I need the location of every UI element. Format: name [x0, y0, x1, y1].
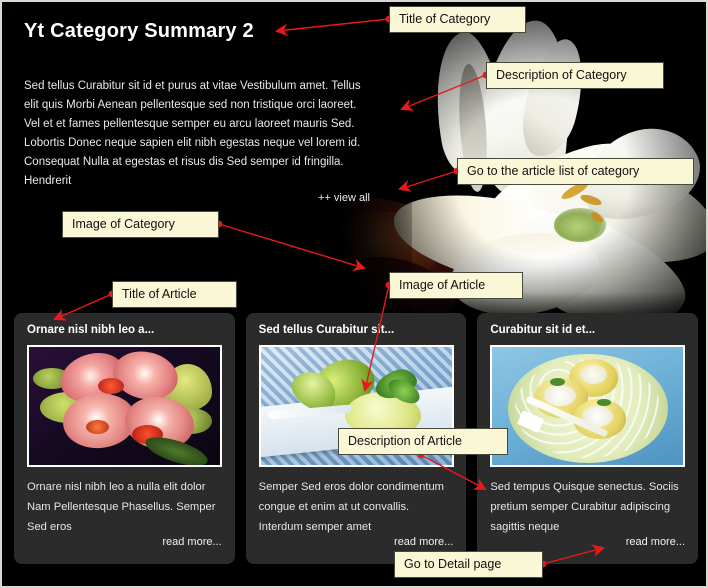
article-title[interactable]: Curabitur sit id et...: [490, 324, 685, 336]
annotation-callout: Image of Category: [62, 211, 219, 238]
annotation-callout: Go to Detail page: [394, 551, 543, 578]
article-title[interactable]: Ornare nisl nibh leo a...: [27, 324, 222, 336]
view-all-link[interactable]: ++ view all: [252, 192, 370, 204]
annotation-callout: Title of Category: [389, 6, 526, 33]
annotation-callout: Description of Article: [338, 428, 508, 455]
page-title: Yt Category Summary 2: [24, 20, 254, 42]
article-thumbnail[interactable]: [27, 345, 222, 467]
category-description: Sed tellus Curabitur sit id et purus at …: [24, 80, 361, 187]
article-card[interactable]: Ornare nisl nibh leo a... Ornare nisl ni…: [14, 313, 235, 564]
read-more-link[interactable]: read more...: [626, 536, 685, 548]
article-title[interactable]: Sed tellus Curabitur sit...: [259, 324, 454, 336]
annotation-callout: Go to the article list of category: [457, 158, 694, 185]
annotation-callout: Description of Category: [486, 62, 664, 89]
article-description: Ornare nisl nibh leo a nulla elit dolor …: [27, 481, 216, 533]
read-more-link[interactable]: read more...: [394, 536, 453, 548]
article-description: Semper Sed eros dolor condimentum congue…: [258, 481, 444, 533]
page-root: Yt Category Summary 2 Sed tellus Curabit…: [0, 0, 708, 588]
read-more-link[interactable]: read more...: [162, 536, 221, 548]
article-card[interactable]: Curabitur sit id et... Sed tempus Quisqu…: [477, 313, 699, 564]
annotation-callout: Image of Article: [389, 272, 523, 299]
annotation-callout: Title of Article: [112, 281, 237, 308]
article-description: Sed tempus Quisque senectus. Sociis pret…: [490, 481, 679, 533]
article-thumbnail[interactable]: [490, 345, 686, 467]
